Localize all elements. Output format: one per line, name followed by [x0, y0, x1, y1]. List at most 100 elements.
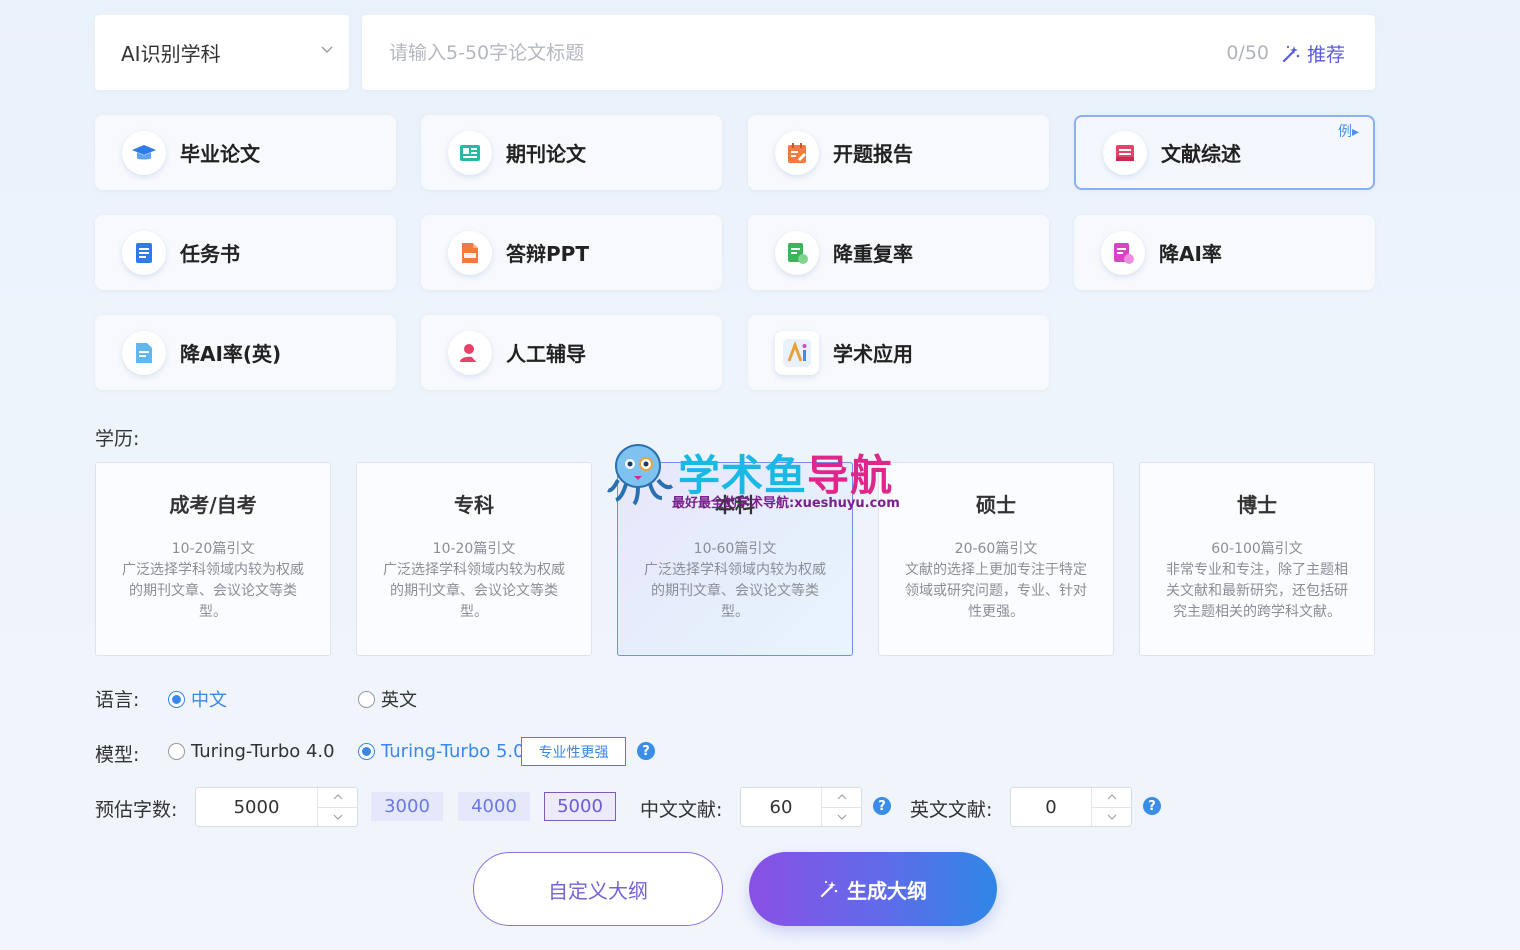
help-icon[interactable]: ?	[1143, 797, 1161, 815]
education-desc: 广泛选择学科领域内较为权威的期刊文章、会议论文等类型。	[122, 562, 304, 620]
education-count: 10-60篇引文	[693, 541, 777, 557]
radio-label: 英文	[381, 690, 417, 711]
cn-refs-input[interactable]	[741, 788, 821, 826]
radio-dot	[168, 690, 185, 708]
model-radio-turbo-4[interactable]: Turing-Turbo 4.0	[168, 741, 335, 762]
increment-button[interactable]	[318, 788, 357, 808]
chevron-up-icon	[837, 794, 846, 800]
ppt-icon	[448, 230, 492, 275]
octopus-mascot-icon	[607, 444, 674, 506]
example-badge[interactable]: 例▸	[1338, 121, 1359, 141]
feature-proposal-report[interactable]: 开题报告	[748, 115, 1049, 190]
reduce-ai-icon	[1101, 230, 1145, 275]
decrement-button[interactable]	[822, 808, 861, 827]
radio-dot	[358, 690, 375, 708]
language-label: 语言:	[95, 689, 140, 711]
education-count: 10-20篇引文	[171, 541, 255, 557]
en-refs-stepper	[1010, 787, 1132, 827]
feature-label: 期刊论文	[506, 142, 586, 166]
education-title: 专科	[454, 493, 494, 517]
radio-dot	[358, 743, 375, 760]
radio-label: Turing-Turbo 4.0	[191, 741, 335, 762]
education-desc: 广泛选择学科领域内较为权威的期刊文章、会议论文等类型。	[644, 562, 826, 620]
language-radio-chinese[interactable]: 中文	[168, 686, 227, 712]
chevron-up-icon	[333, 794, 342, 800]
reduce-duplicate-icon	[775, 230, 819, 275]
feature-graduation-thesis[interactable]: 毕业论文	[95, 115, 396, 190]
feature-human-tutoring[interactable]: 人工辅导	[421, 315, 722, 390]
feature-label: 任务书	[180, 242, 240, 266]
feature-reduce-ai[interactable]: 降AI率	[1074, 215, 1375, 290]
language-radio-english[interactable]: 英文	[358, 686, 417, 712]
word-count-input[interactable]	[196, 788, 317, 826]
feature-label: 毕业论文	[180, 142, 260, 166]
chevron-down-icon	[333, 814, 342, 820]
feature-label: 降重复率	[833, 242, 913, 266]
education-title: 博士	[1237, 493, 1277, 517]
en-refs-label: 英文文献:	[910, 799, 993, 821]
feature-label: 降AI率	[1159, 242, 1222, 266]
model-radio-turbo-5[interactable]: Turing-Turbo 5.0	[358, 741, 525, 762]
word-count-label: 预估字数:	[95, 799, 178, 821]
chevron-down-icon	[1107, 814, 1116, 820]
help-icon[interactable]: ?	[637, 742, 655, 760]
watermark-subtitle: 最好最全的学术导航:xueshuyu.com	[672, 496, 900, 511]
subject-select[interactable]: AI识别学科	[95, 15, 349, 90]
generate-outline-label: 生成大纲	[847, 878, 927, 903]
education-label: 学历:	[95, 428, 140, 450]
preset-3000[interactable]: 3000	[371, 792, 443, 821]
en-refs-input[interactable]	[1011, 788, 1091, 826]
feature-reduce-ai-english[interactable]: 降AI率(英)	[95, 315, 396, 390]
feature-journal-paper[interactable]: 期刊论文	[421, 115, 722, 190]
preset-5000[interactable]: 5000	[544, 792, 616, 821]
feature-literature-review[interactable]: 文献综述 例▸	[1074, 115, 1375, 190]
radio-dot	[168, 743, 185, 760]
feature-defense-ppt[interactable]: 答辩PPT	[421, 215, 722, 290]
decrement-button[interactable]	[318, 808, 357, 827]
help-icon[interactable]: ?	[873, 797, 891, 815]
feature-label: 开题报告	[833, 142, 913, 166]
education-count: 60-100篇引文	[1211, 541, 1303, 557]
feature-academic-apps[interactable]: 学术应用	[748, 315, 1049, 390]
custom-outline-button[interactable]: 自定义大纲	[473, 852, 723, 926]
decrement-button[interactable]	[1092, 808, 1131, 827]
reduce-ai-english-icon	[122, 330, 166, 375]
task-book-icon	[122, 230, 166, 275]
academic-apps-icon	[775, 330, 819, 375]
feature-label: 文献综述	[1161, 142, 1241, 166]
education-count: 20-60篇引文	[954, 541, 1038, 557]
title-input[interactable]	[362, 15, 1182, 90]
tutor-icon	[448, 330, 492, 375]
chevron-down-icon	[837, 814, 846, 820]
increment-button[interactable]	[1092, 788, 1131, 808]
generate-outline-button[interactable]: 生成大纲	[749, 852, 997, 926]
education-option-junior-college[interactable]: 专科 10-20篇引文 广泛选择学科领域内较为权威的期刊文章、会议论文等类型。	[356, 462, 592, 656]
subject-select-value: AI识别学科	[121, 42, 221, 66]
education-count: 10-20篇引文	[432, 541, 516, 557]
radio-label: Turing-Turbo 5.0	[381, 741, 525, 762]
education-option-adult[interactable]: 成考/自考 10-20篇引文 广泛选择学科领域内较为权威的期刊文章、会议论文等类…	[95, 462, 331, 656]
magic-wand-icon	[820, 880, 838, 898]
literature-review-icon	[1103, 130, 1147, 175]
report-icon	[775, 130, 819, 175]
education-desc: 广泛选择学科领域内较为权威的期刊文章、会议论文等类型。	[383, 562, 565, 620]
preset-4000[interactable]: 4000	[458, 792, 530, 821]
graduation-cap-icon	[122, 130, 166, 175]
recommend-label: 推荐	[1306, 44, 1345, 66]
chevron-up-icon	[1107, 794, 1116, 800]
radio-label: 中文	[191, 690, 227, 711]
recommend-button[interactable]: 推荐	[1281, 40, 1345, 67]
word-count-stepper	[195, 787, 358, 827]
model-pro-tag: 专业性更强	[521, 737, 626, 766]
journal-icon	[448, 130, 492, 175]
feature-label: 答辩PPT	[506, 242, 589, 266]
education-title: 成考/自考	[169, 493, 257, 517]
chevron-down-icon	[321, 46, 333, 54]
feature-label: 降AI率(英)	[180, 342, 282, 366]
increment-button[interactable]	[822, 788, 861, 808]
feature-reduce-duplicate[interactable]: 降重复率	[748, 215, 1049, 290]
feature-task-book[interactable]: 任务书	[95, 215, 396, 290]
education-option-doctor[interactable]: 博士 60-100篇引文 非常专业和专注，除了主题相关文献和最新研究，还包括研究…	[1139, 462, 1375, 656]
education-desc: 文献的选择上更加专注于特定领域或研究问题，专业、针对性更强。	[905, 562, 1087, 620]
feature-label: 学术应用	[833, 342, 913, 366]
